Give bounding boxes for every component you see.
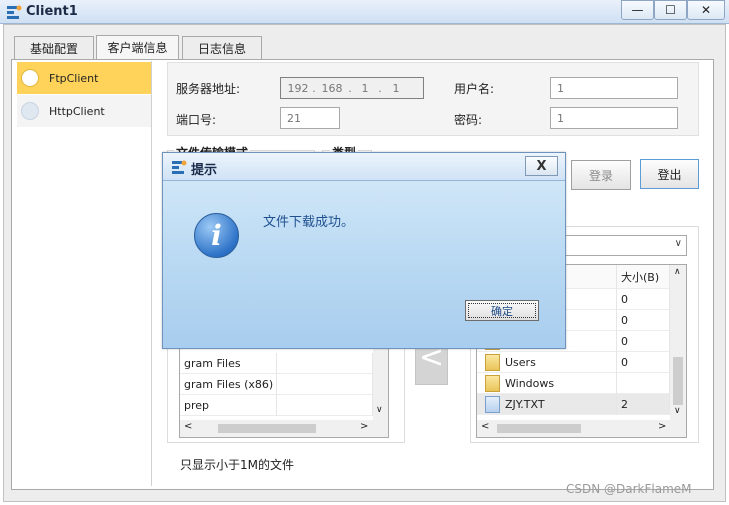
file-size-cell: 2 — [617, 393, 670, 415]
sidebar-item-ftpclient[interactable]: FtpClient — [17, 62, 151, 94]
username-label: 用户名: — [454, 82, 495, 96]
app-icon — [7, 5, 22, 19]
maximize-button[interactable]: ☐ — [654, 0, 687, 20]
password-label: 密码: — [454, 113, 483, 127]
status-circle-icon — [21, 69, 39, 87]
chevron-right-icon[interactable]: > — [360, 421, 368, 432]
login-button[interactable]: 登录 — [571, 160, 631, 190]
local-horizontal-scrollbar[interactable]: < > — [180, 420, 388, 437]
dialog-close-button[interactable]: X — [525, 156, 558, 176]
file-name-cell: Users — [477, 351, 617, 373]
info-icon: i — [194, 213, 239, 258]
tab-basic-config[interactable]: 基础配置 — [14, 36, 94, 59]
minimize-button[interactable]: — — [621, 0, 654, 20]
file-name-cell: Windows — [477, 372, 617, 394]
remote-horizontal-scrollbar[interactable]: < > — [477, 420, 686, 437]
tab-client-info[interactable]: 客户端信息 — [96, 35, 179, 59]
sidebar-item-httpclient[interactable]: HttpClient — [17, 95, 151, 127]
ip-octet-2: 168 — [321, 81, 343, 95]
folder-icon — [485, 353, 500, 371]
remote-vertical-scrollbar[interactable]: ∧ ∨ — [670, 265, 686, 420]
file-name-cell: gram Files (x86) — [180, 373, 277, 395]
chevron-down-icon[interactable]: ∨ — [674, 406, 681, 416]
dialog-title: 提示 — [191, 163, 218, 178]
file-name-cell: gram Files — [180, 352, 277, 374]
file-name-text: ZJY.TXT — [505, 397, 545, 411]
logout-button[interactable]: 登出 — [640, 159, 699, 189]
table-row[interactable]: gram Files — [180, 352, 373, 374]
folder-icon — [485, 374, 500, 392]
scroll-thumb[interactable] — [218, 424, 316, 433]
file-size-cell — [617, 372, 670, 394]
table-row[interactable]: Windows — [477, 372, 670, 394]
chevron-left-icon[interactable]: < — [481, 421, 489, 432]
scroll-thumb[interactable] — [497, 424, 581, 433]
file-size-cell: 0 — [617, 351, 670, 373]
scroll-thumb[interactable] — [673, 357, 683, 405]
server-address-label: 服务器地址: — [176, 82, 241, 96]
file-name-text: Users — [505, 355, 536, 369]
file-icon — [485, 395, 500, 413]
size-column-header[interactable]: 大小(B) — [617, 264, 670, 289]
file-size-cell — [277, 373, 373, 395]
status-circle-icon — [21, 102, 39, 120]
chevron-right-icon[interactable]: > — [658, 421, 666, 432]
chevron-down-icon: ∨ — [674, 238, 682, 249]
local-vertical-scrollbar[interactable]: ∨ — [373, 341, 388, 420]
file-size-cell: 0 — [617, 330, 670, 352]
file-size-cell — [277, 394, 373, 416]
message-dialog: 提示 X i 文件下载成功。 确定 — [162, 152, 566, 349]
file-size-cell — [277, 352, 373, 374]
ip-octet-3: 1 — [361, 81, 369, 95]
file-name-cell: prep — [180, 394, 277, 416]
ip-dot: . — [348, 81, 352, 95]
dialog-titlebar[interactable] — [163, 153, 565, 181]
ip-octet-1: 192 — [287, 81, 309, 95]
chevron-left-icon[interactable]: < — [184, 421, 192, 432]
file-size-cell: 0 — [617, 288, 670, 310]
username-input[interactable]: 1 — [550, 77, 678, 99]
ip-dot: . — [312, 81, 316, 95]
ok-button[interactable]: 确定 — [465, 300, 539, 321]
port-input[interactable]: 21 — [280, 107, 340, 129]
chevron-up-icon[interactable]: ∧ — [674, 267, 681, 277]
window-titlebar[interactable] — [0, 0, 729, 24]
app-icon — [172, 160, 187, 174]
sidebar-item-label: HttpClient — [49, 104, 105, 118]
table-row[interactable]: ZJY.TXT 2 — [477, 393, 670, 415]
remote-path-select[interactable]: ∨ — [560, 235, 687, 256]
tab-log-info[interactable]: 日志信息 — [182, 36, 262, 59]
ip-octet-4: 1 — [392, 81, 400, 95]
close-button[interactable]: ✕ — [687, 0, 725, 20]
local-file-list[interactable]: gram Files gram Files (x86) prep ∨ < > — [179, 340, 389, 438]
chevron-down-icon[interactable]: ∨ — [376, 405, 383, 415]
file-name-cell: ZJY.TXT — [477, 393, 617, 415]
watermark: CSDN @DarkFlameM — [566, 482, 692, 496]
ip-dot: . — [378, 81, 382, 95]
window-title: Client1 — [26, 4, 78, 19]
table-row[interactable]: Users 0 — [477, 351, 670, 373]
table-row[interactable]: prep — [180, 394, 373, 416]
dialog-message: 文件下载成功。 — [263, 215, 355, 230]
password-input[interactable]: 1 — [550, 107, 678, 129]
server-ip-input[interactable]: 192 . 168 . 1 . 1 — [280, 77, 424, 99]
sidebar-item-label: FtpClient — [49, 71, 99, 85]
file-size-cell: 0 — [617, 309, 670, 331]
filter-note: 只显示小于1M的文件 — [180, 458, 294, 472]
port-label: 端口号: — [176, 113, 217, 127]
file-name-text: Windows — [505, 376, 555, 390]
table-row[interactable]: gram Files (x86) — [180, 373, 373, 395]
